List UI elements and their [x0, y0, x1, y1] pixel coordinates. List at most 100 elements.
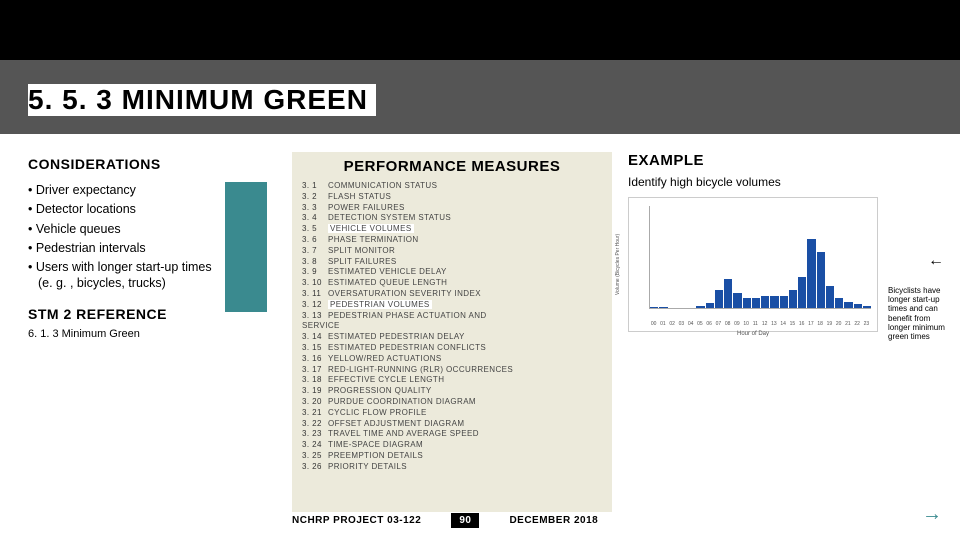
- consideration-item: Detector locations: [38, 201, 218, 217]
- chart-x-tick: 18: [816, 321, 825, 327]
- chart-plot-area: [649, 206, 871, 309]
- performance-item: 3. 14ESTIMATED PEDESTRIAN DELAY: [302, 332, 602, 343]
- considerations-column: CONSIDERATIONS Driver expectancy Detecto…: [28, 156, 218, 340]
- chart-bar: [706, 303, 714, 308]
- stm2-reference: 6. 1. 3 Minimum Green: [28, 328, 218, 340]
- example-note: Bicyclists have longer start-up times an…: [888, 286, 954, 341]
- performance-item: 3. 5VEHICLE VOLUMES: [302, 224, 602, 235]
- chart-bars: [650, 206, 871, 308]
- performance-item: 3. 22OFFSET ADJUSTMENT DIAGRAM: [302, 419, 602, 430]
- chart-x-tick: 16: [797, 321, 806, 327]
- chart-x-tick: 02: [668, 321, 677, 327]
- consideration-item: Users with longer start-up times (e. g. …: [38, 259, 218, 292]
- arrow-left-icon: ←: [928, 252, 944, 270]
- chart-x-tick: 17: [806, 321, 815, 327]
- performance-item: 3. 19PROGRESSION QUALITY: [302, 386, 602, 397]
- chart-bar: [715, 290, 723, 308]
- chart-x-ticks: 0001020304050607080910111213141516171819…: [649, 321, 871, 327]
- chart-x-axis-label: Hour of Day: [629, 331, 877, 337]
- footer: NCHRP PROJECT 03-122 90 DECEMBER 2018: [292, 513, 932, 528]
- performance-item: 3. 16YELLOW/RED ACTUATIONS: [302, 354, 602, 365]
- performance-item: 3. 10ESTIMATED QUEUE LENGTH: [302, 278, 602, 289]
- performance-item: 3. 8SPLIT FAILURES: [302, 257, 602, 268]
- example-column: EXAMPLE Identify high bicycle volumes Vo…: [628, 152, 928, 332]
- chart-y-axis-label: Volume (Bicycles Per Hour): [615, 198, 627, 331]
- chart-bar: [659, 307, 667, 308]
- chart-x-tick: 19: [825, 321, 834, 327]
- chart-bar: [817, 252, 825, 308]
- chart-x-tick: 14: [779, 321, 788, 327]
- chart-x-tick: 03: [677, 321, 686, 327]
- performance-service-label: SERVICE: [302, 321, 602, 332]
- chart-x-tick: 11: [751, 321, 760, 327]
- footer-page-number: 90: [451, 513, 479, 528]
- header-blackbar: [0, 0, 960, 60]
- chart-bar: [835, 298, 843, 308]
- chart-bar: [826, 286, 834, 308]
- performance-item: 3. 7SPLIT MONITOR: [302, 246, 602, 257]
- chart-bar: [863, 306, 871, 308]
- chart-x-tick: 08: [723, 321, 732, 327]
- chart-bar: [752, 298, 760, 308]
- chart-x-tick: 09: [732, 321, 741, 327]
- performance-item: 3. 9ESTIMATED VEHICLE DELAY: [302, 267, 602, 278]
- performance-item: 3. 11OVERSATURATION SEVERITY INDEX: [302, 289, 602, 300]
- chart-x-tick: 01: [658, 321, 667, 327]
- chart-bar: [770, 296, 778, 308]
- chart-bar: [743, 298, 751, 308]
- consideration-item: Vehicle queues: [38, 221, 218, 237]
- performance-item: 3. 12PEDESTRIAN VOLUMES: [302, 300, 602, 311]
- performance-item: 3. 25PREEMPTION DETAILS: [302, 451, 602, 462]
- performance-heading: PERFORMANCE MEASURES: [302, 158, 602, 175]
- performance-item: 3. 18EFFECTIVE CYCLE LENGTH: [302, 375, 602, 386]
- performance-item: 3. 1COMMUNICATION STATUS: [302, 181, 602, 192]
- chart-bar: [844, 302, 852, 308]
- chart-x-tick: 21: [843, 321, 852, 327]
- performance-item: 3. 23TRAVEL TIME AND AVERAGE SPEED: [302, 429, 602, 440]
- performance-list: 3. 1COMMUNICATION STATUS3. 2FLASH STATUS…: [302, 181, 602, 473]
- example-chart: Volume (Bicycles Per Hour) 0001020304050…: [628, 197, 878, 332]
- chart-x-tick: 00: [649, 321, 658, 327]
- performance-item: 3. 2FLASH STATUS: [302, 192, 602, 203]
- chart-bar: [696, 306, 704, 308]
- chart-bar: [650, 307, 658, 308]
- performance-item: 3. 20PURDUE COORDINATION DIAGRAM: [302, 397, 602, 408]
- consideration-item: Driver expectancy: [38, 182, 218, 198]
- performance-item: 3. 6PHASE TERMINATION: [302, 235, 602, 246]
- performance-item: 3. 26PRIORITY DETAILS: [302, 462, 602, 473]
- performance-item: 3. 15ESTIMATED PEDESTRIAN CONFLICTS: [302, 343, 602, 354]
- performance-item: 3. 4DETECTION SYSTEM STATUS: [302, 213, 602, 224]
- chart-x-tick: 07: [714, 321, 723, 327]
- page-title: 5. 5. 3 MINIMUM GREEN: [28, 84, 376, 116]
- considerations-list: Driver expectancy Detector locations Veh…: [28, 182, 218, 292]
- chart-x-tick: 10: [742, 321, 751, 327]
- chart-bar: [761, 296, 769, 308]
- teal-accent-block: [225, 182, 267, 312]
- chart-bar: [733, 293, 741, 308]
- performance-item: 3. 13PEDESTRIAN PHASE ACTUATION AND: [302, 311, 602, 322]
- next-page-button[interactable]: →: [922, 503, 942, 526]
- chart-x-tick: 06: [705, 321, 714, 327]
- performance-item: 3. 17RED-LIGHT-RUNNING (RLR) OCCURRENCES: [302, 365, 602, 376]
- performance-item: 3. 3POWER FAILURES: [302, 203, 602, 214]
- chart-bar: [789, 290, 797, 308]
- chart-x-tick: 05: [695, 321, 704, 327]
- chart-x-tick: 22: [853, 321, 862, 327]
- chart-x-tick: 15: [788, 321, 797, 327]
- chart-bar: [854, 304, 862, 308]
- performance-column: PERFORMANCE MEASURES 3. 1COMMUNICATION S…: [292, 152, 612, 512]
- example-subtitle: Identify high bicycle volumes: [628, 175, 928, 189]
- performance-item: 3. 24TIME-SPACE DIAGRAM: [302, 440, 602, 451]
- considerations-heading: CONSIDERATIONS: [28, 156, 218, 172]
- chart-x-tick: 04: [686, 321, 695, 327]
- chart-bar: [798, 277, 806, 308]
- example-heading: EXAMPLE: [628, 152, 928, 169]
- footer-date: DECEMBER 2018: [509, 515, 598, 526]
- stm2-heading: STM 2 REFERENCE: [28, 306, 218, 322]
- footer-project: NCHRP PROJECT 03-122: [292, 515, 421, 526]
- chart-x-tick: 23: [862, 321, 871, 327]
- chart-x-tick: 12: [760, 321, 769, 327]
- chart-x-tick: 13: [769, 321, 778, 327]
- chart-bar: [780, 296, 788, 308]
- chart-bar: [724, 279, 732, 308]
